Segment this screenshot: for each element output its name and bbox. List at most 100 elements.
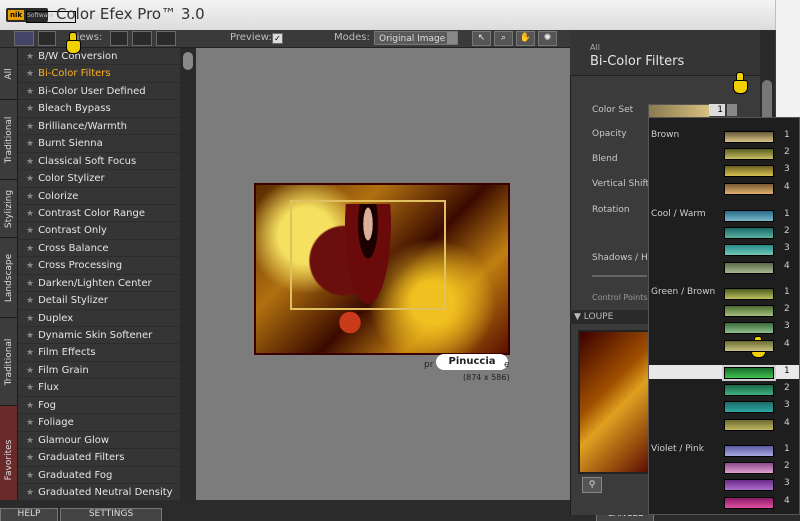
color-set-option[interactable] [724,384,774,397]
filter-list-item[interactable]: ★ Cross Processing [18,257,180,275]
color-set-value[interactable]: 1 [709,104,725,116]
filter-list-item[interactable]: ★ Darken/Lighten Center [18,275,180,293]
color-set-option[interactable] [724,496,774,509]
color-set-option[interactable] [724,210,774,222]
filter-list-item[interactable]: ★ Glamour Glow [18,432,180,450]
filter-list-item[interactable]: ★ Duplex [18,310,180,327]
filter-list-item[interactable]: ★ Contrast Color Range [18,205,180,223]
star-icon[interactable]: ★ [26,244,34,254]
star-icon[interactable]: ★ [26,192,34,202]
star-icon[interactable]: ★ [26,122,34,132]
color-set-option[interactable] [724,148,774,161]
color-set-number: 3 [784,400,790,411]
filter-list-scrollbar[interactable] [180,48,196,500]
color-set-option[interactable] [724,339,774,352]
tab-landscape[interactable]: Landscape [0,238,18,318]
color-set-option[interactable] [724,261,774,274]
star-icon[interactable]: ★ [26,331,34,341]
color-set-option[interactable] [724,227,774,240]
filter-list-item[interactable]: ★ Detail Stylizer [18,292,180,310]
color-set-option[interactable] [724,479,774,492]
color-set-swatch[interactable] [648,104,710,118]
pin-icon[interactable]: ⚲ [582,477,602,493]
color-set-option[interactable] [724,182,774,195]
filter-list-item[interactable]: ★ Classical Soft Focus [18,153,180,171]
filter-list-item[interactable]: ★ Bi-Color Filters [18,65,180,83]
preview-checkbox[interactable]: ✓ [272,33,283,44]
arrow-tool-icon[interactable]: ↖ [472,31,491,46]
hand-tool-icon[interactable]: ✋ [516,31,535,46]
star-icon[interactable]: ★ [26,104,34,114]
color-set-option[interactable] [724,445,774,457]
color-set-option[interactable] [724,165,774,178]
star-icon[interactable]: ★ [26,314,34,324]
star-icon[interactable]: ★ [26,279,34,289]
filter-list-item[interactable]: ★ Burnt Sienna [18,135,180,153]
filter-list-item[interactable]: ★ Flux [18,379,180,397]
star-icon[interactable]: ★ [26,87,34,97]
star-icon[interactable]: ★ [26,226,34,236]
star-icon[interactable]: ★ [26,69,34,79]
star-icon[interactable]: ★ [26,366,34,376]
color-set-option[interactable] [724,418,774,431]
star-icon[interactable]: ★ [26,418,34,428]
color-set-option[interactable] [724,367,774,379]
star-icon[interactable]: ★ [26,383,34,393]
shadows-slider[interactable] [592,275,647,277]
star-icon[interactable]: ★ [26,209,34,219]
view-side-button[interactable] [156,31,176,46]
filter-list-item[interactable]: ★ Colorize [18,188,180,205]
color-set-option[interactable] [724,244,774,257]
color-set-option[interactable] [724,305,774,318]
star-icon[interactable]: ★ [26,174,34,184]
split-view-icon[interactable] [38,31,56,46]
star-icon[interactable]: ★ [26,453,34,463]
chevron-down-icon[interactable] [727,104,737,116]
color-set-option[interactable] [724,401,774,414]
star-icon[interactable]: ★ [26,157,34,167]
filter-list-item[interactable]: ★ Dynamic Skin Softener [18,327,180,345]
tab-traditional-2[interactable]: Traditional [0,318,18,406]
star-icon[interactable]: ★ [26,52,34,62]
filter-list-item[interactable]: ★ Graduated Filters [18,449,180,467]
color-set-option[interactable] [724,462,774,475]
star-icon[interactable]: ★ [26,471,34,481]
star-icon[interactable]: ★ [26,296,34,306]
view-single-button[interactable] [110,31,128,46]
star-icon[interactable]: ★ [26,436,34,446]
star-icon[interactable]: ★ [26,401,34,411]
tab-traditional[interactable]: Traditional [0,100,18,180]
tab-all[interactable]: All [0,48,18,100]
filter-list-item[interactable]: ★ Film Effects [18,344,180,362]
color-set-option[interactable] [724,131,774,143]
filter-list-item[interactable]: ★ Contrast Only [18,222,180,240]
filter-list-item[interactable]: ★ Bi-Color User Defined [18,83,180,101]
filter-list-item[interactable]: ★ B/W Conversion [18,48,180,66]
filter-list-item[interactable]: ★ Foliage [18,414,180,432]
color-set-option[interactable] [724,322,774,335]
filter-list-item[interactable]: ★ Fog [18,397,180,415]
filter-list-item[interactable]: ★ Color Stylizer [18,170,180,188]
view-split-button[interactable] [132,31,152,46]
tab-stylizing[interactable]: Stylizing [0,180,18,238]
filter-list-item[interactable]: ★ Brilliance/Warmth [18,118,180,136]
filter-list-item[interactable]: ★ Graduated Fog [18,467,180,484]
star-icon[interactable]: ★ [26,348,34,358]
star-icon[interactable]: ★ [26,139,34,149]
tab-traditional-label: Traditional [3,116,14,163]
filter-list-item[interactable]: ★ Cross Balance [18,240,180,258]
filter-list-item[interactable]: ★ Bleach Bypass [18,100,180,118]
color-set-option[interactable] [724,288,774,300]
loupe-header[interactable]: ▼ LOUPE [570,310,650,324]
filter-list-item[interactable]: ★ Film Grain [18,362,180,380]
modes-select[interactable]: Original Image [374,31,458,45]
filter-list-scroll-thumb[interactable] [183,52,193,70]
star-icon[interactable]: ★ [26,488,34,498]
tab-favorites[interactable]: Favorites [0,406,18,515]
light-tool-icon[interactable]: ✺ [538,31,557,46]
filter-list-item[interactable]: ★ Graduated Neutral Density [18,484,180,500]
star-icon[interactable]: ★ [26,261,34,271]
single-view-icon[interactable] [14,31,34,46]
color-set-number: 2 [784,226,790,237]
zoom-tool-icon[interactable]: ⌕ [494,31,513,46]
